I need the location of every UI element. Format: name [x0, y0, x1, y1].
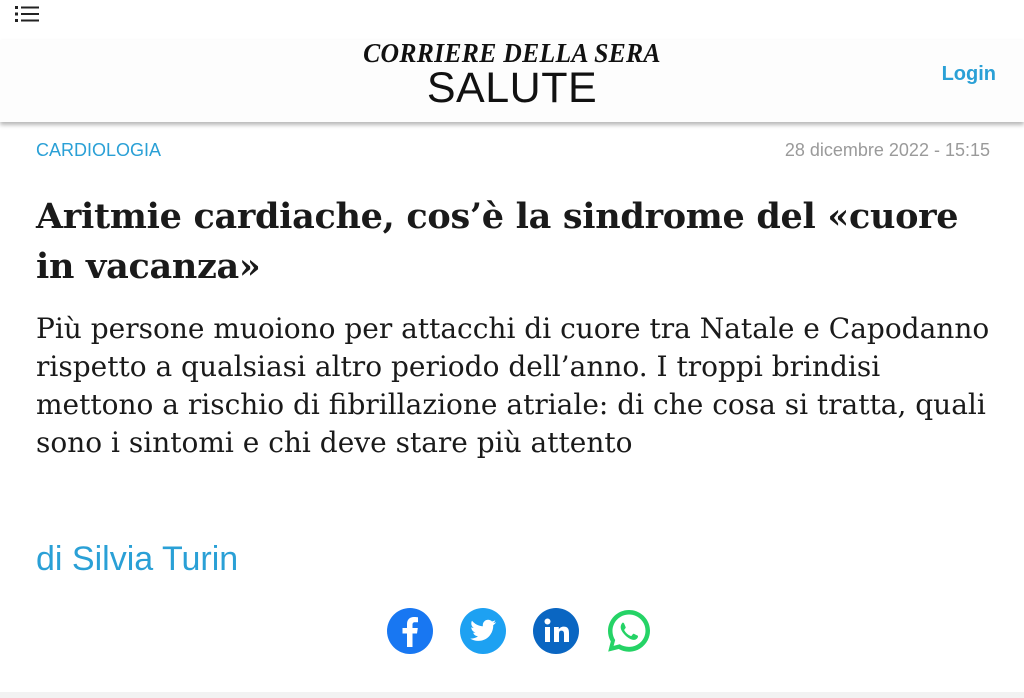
article-subtitle: Più persone muoiono per attacchi di cuor…	[36, 312, 990, 459]
publish-date: 28 dicembre 2022 - 15:15	[784, 140, 990, 160]
share-bar	[386, 607, 656, 657]
author-byline[interactable]: di Silvia Turin	[36, 540, 238, 579]
linkedin-icon[interactable]	[532, 607, 580, 655]
facebook-icon[interactable]	[386, 607, 434, 655]
article-title: Aritmie cardiache, cos’è la sindrome del…	[36, 196, 959, 287]
bottom-divider	[0, 692, 1024, 698]
whatsapp-icon[interactable]	[605, 607, 653, 655]
site-header: CORRIERE DELLA SERA SALUTE Login	[0, 38, 1024, 122]
login-link[interactable]: Login	[942, 63, 996, 86]
twitter-icon[interactable]	[459, 607, 507, 655]
top-bar	[0, 0, 1024, 40]
list-menu-icon[interactable]	[14, 3, 40, 25]
section-title[interactable]: SALUTE	[0, 64, 1024, 113]
category-link[interactable]: CARDIOLOGIA	[36, 140, 161, 161]
